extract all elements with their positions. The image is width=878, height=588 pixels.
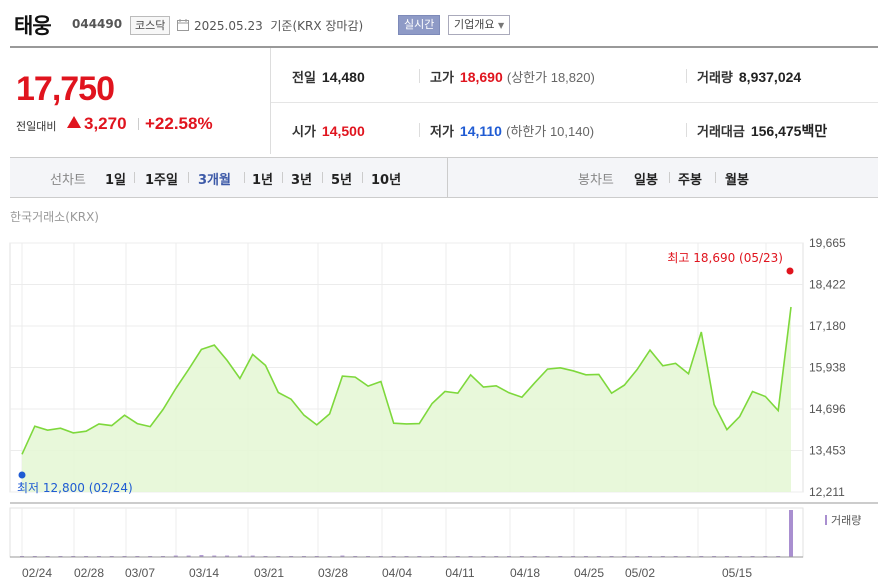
y-tick-label: 15,938 — [809, 361, 846, 375]
x-tick-label: 03/28 — [318, 566, 348, 580]
x-tick-label: 02/28 — [74, 566, 104, 580]
y-tick-label: 19,665 — [809, 236, 846, 250]
low-label: 최저 12,800 (02/24) — [17, 481, 133, 495]
volume-legend-label: 거래량 — [831, 514, 861, 527]
high-marker — [786, 267, 794, 275]
low-marker — [18, 471, 26, 479]
x-tick-label: 04/25 — [574, 566, 604, 580]
x-tick-label: 03/21 — [254, 566, 284, 580]
x-tick-label: 04/18 — [510, 566, 540, 580]
x-tick-label: 04/04 — [382, 566, 412, 580]
high-label: 최고 18,690 (05/23) — [667, 251, 783, 265]
y-tick-label: 13,453 — [809, 444, 846, 458]
x-tick-label: 05/02 — [625, 566, 655, 580]
y-tick-label: 14,696 — [809, 402, 846, 416]
price-chart: 19,665 18,422 17,180 15,938 14,696 13,453 12,2… — [9, 236, 878, 580]
volume-bar — [789, 510, 793, 557]
y-tick-label: 12,211 — [809, 485, 845, 499]
x-tick-label: 03/14 — [189, 566, 219, 580]
x-tick-label: 02/24 — [22, 566, 52, 580]
x-tick-label: 04/11 — [445, 566, 474, 580]
volume-legend-swatch — [825, 515, 827, 525]
volume-plot-area — [9, 507, 804, 558]
x-tick-label: 03/07 — [125, 566, 155, 580]
x-tick-label: 05/15 — [722, 566, 752, 580]
y-tick-label: 18,422 — [809, 278, 846, 292]
y-tick-label: 17,180 — [809, 319, 846, 333]
